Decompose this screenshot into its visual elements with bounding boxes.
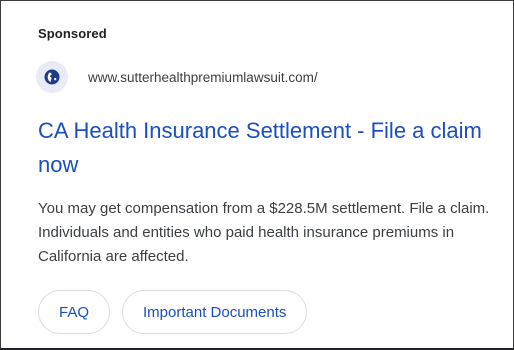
sitelink-faq-button[interactable]: FAQ: [38, 290, 111, 334]
ad-description: You may get compensation from a $228.5M …: [38, 200, 490, 265]
site-favicon[interactable]: [36, 61, 68, 93]
ad-url-row[interactable]: www.sutterhealthpremiumlawsuit.com/: [36, 61, 318, 93]
sponsored-ad-card: Sponsored www.sutterhealthpremiumlawsuit…: [0, 0, 514, 350]
display-url[interactable]: www.sutterhealthpremiumlawsuit.com/: [88, 70, 318, 85]
sitelink-chips: FAQ Important Documents: [38, 290, 308, 334]
ad-headline-link[interactable]: CA Health Insurance Settlement - File a …: [38, 114, 488, 182]
sitelink-important-documents-button[interactable]: Important Documents: [122, 290, 308, 334]
globe-icon: [44, 69, 60, 85]
sponsored-label: Sponsored: [38, 26, 107, 41]
